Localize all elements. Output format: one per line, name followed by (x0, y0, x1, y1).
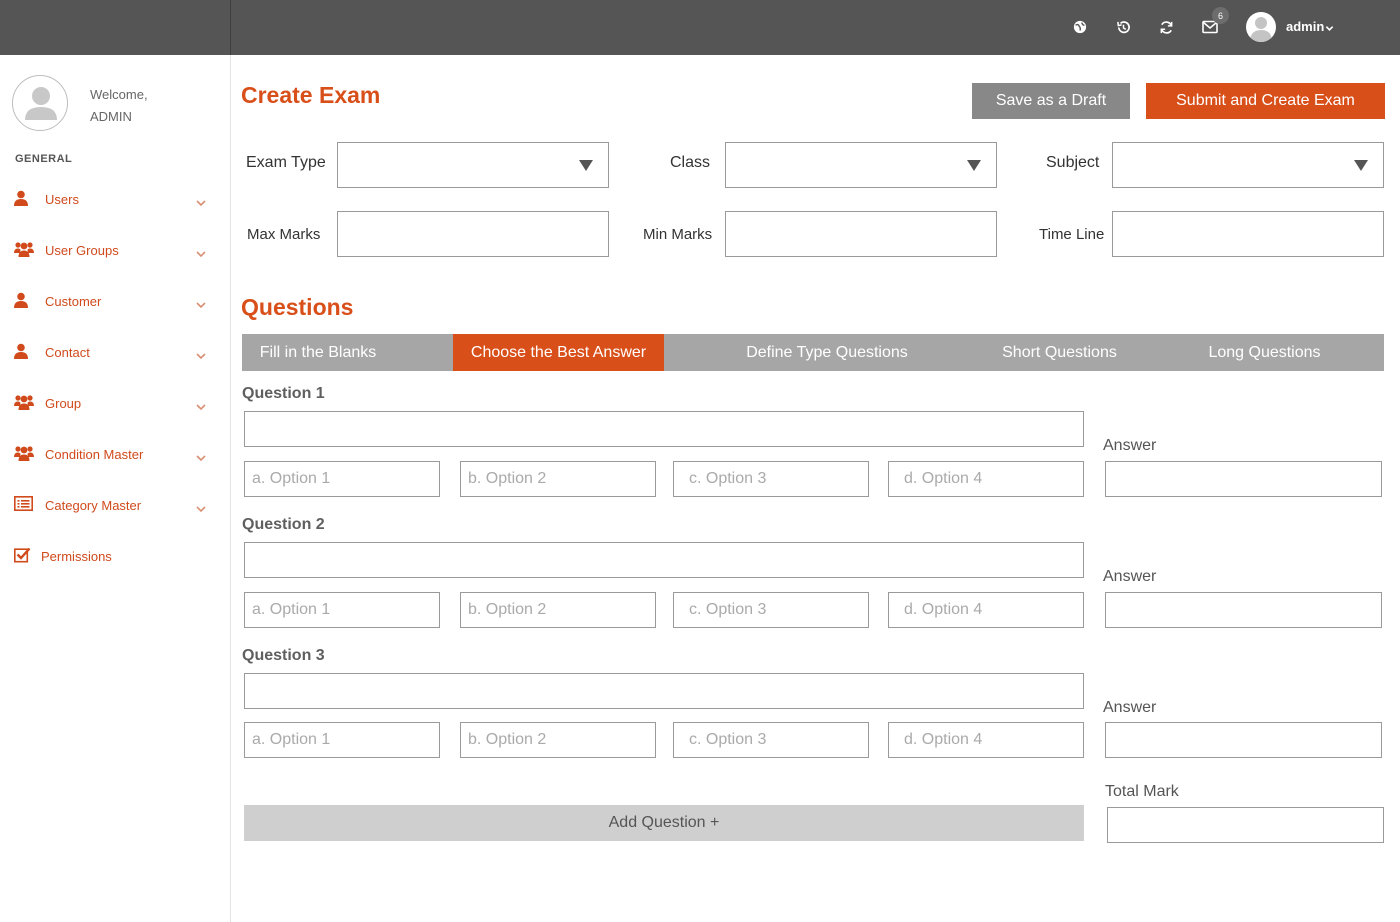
min-marks-input[interactable] (725, 211, 997, 257)
tab-short-questions[interactable]: Short Questions (982, 334, 1137, 371)
chevron-down-icon (196, 245, 208, 258)
option-b-input[interactable]: b. Option 2 (460, 722, 656, 758)
tab-long-questions[interactable]: Long Questions (1187, 334, 1342, 371)
option-a-input[interactable]: a. Option 1 (244, 461, 440, 497)
class-label: Class (670, 154, 711, 171)
dropdown-arrow-icon (967, 160, 981, 171)
chevron-down-icon (196, 194, 208, 207)
sidebar-item-user-groups[interactable]: User Groups (0, 231, 231, 271)
chevron-down-icon (196, 296, 208, 309)
chevron-down-icon (196, 500, 208, 513)
option-a-input[interactable]: a. Option 1 (244, 722, 440, 758)
sidebar-item-customer[interactable]: Customer (0, 282, 231, 322)
total-mark-label: Total Mark (1105, 783, 1179, 800)
sidebar-item-label: Customer (45, 294, 102, 309)
sidebar-item-label: Group (45, 396, 82, 411)
subject-label: Subject (1046, 154, 1100, 171)
save-draft-button[interactable]: Save as a Draft (972, 83, 1130, 119)
sidebar-item-label: Condition Master (45, 447, 144, 462)
list-icon (14, 496, 36, 516)
users-icon (14, 445, 36, 465)
sidebar-section-title: GENERAL (15, 153, 73, 165)
class-select[interactable] (725, 142, 997, 188)
checkbox-icon (14, 547, 36, 567)
tab-fill-in-the-blanks[interactable]: Fill in the Blanks (242, 334, 394, 371)
sidebar-item-contact[interactable]: Contact (0, 333, 231, 373)
globe-icon[interactable] (1069, 16, 1091, 38)
dropdown-arrow-icon (579, 160, 593, 171)
sidebar-item-label: User Groups (45, 243, 119, 258)
total-mark-input[interactable] (1107, 807, 1384, 843)
user-icon (14, 343, 36, 363)
time-line-input[interactable] (1112, 211, 1384, 257)
profile-avatar (12, 75, 68, 131)
subject-select[interactable] (1112, 142, 1384, 188)
option-c-input[interactable]: c. Option 3 (673, 461, 869, 497)
answer-input[interactable] (1105, 461, 1382, 497)
sidebar-item-label: Users (45, 192, 79, 207)
answer-label: Answer (1103, 699, 1157, 716)
chevron-down-icon[interactable] (1325, 20, 1334, 38)
question-input[interactable] (244, 542, 1084, 578)
sidebar-item-label: Permissions (41, 549, 112, 564)
questions-title: Questions (241, 294, 354, 320)
dropdown-arrow-icon (1354, 160, 1368, 171)
option-d-input[interactable]: d. Option 4 (888, 722, 1084, 758)
answer-label: Answer (1103, 568, 1157, 585)
answer-label: Answer (1103, 437, 1157, 454)
question-input[interactable] (244, 411, 1084, 447)
tab-choose-the-best-answer[interactable]: Choose the Best Answer (453, 334, 664, 371)
exam-type-label: Exam Type (246, 154, 326, 171)
welcome-text: Welcome, (90, 87, 148, 102)
sidebar-item-condition-master[interactable]: Condition Master (0, 435, 231, 475)
user-icon (14, 190, 36, 210)
max-marks-label: Max Marks (247, 226, 321, 243)
question-type-tabs: Fill in the Blanks Choose the Best Answe… (242, 334, 1384, 371)
refresh-icon[interactable] (1155, 16, 1177, 38)
question-label: Question 3 (242, 647, 325, 664)
sidebar-item-group[interactable]: Group (0, 384, 231, 424)
question-input[interactable] (244, 673, 1084, 709)
history-icon[interactable] (1112, 16, 1134, 38)
min-marks-label: Min Marks (643, 226, 713, 243)
add-question-button[interactable]: Add Question + (244, 805, 1084, 841)
chevron-down-icon (196, 347, 208, 360)
option-c-input[interactable]: c. Option 3 (673, 592, 869, 628)
chevron-down-icon (196, 449, 208, 462)
sidebar: Welcome, ADMIN GENERAL Users User Groups… (0, 55, 231, 922)
sidebar-item-category-master[interactable]: Category Master (0, 486, 231, 526)
brand-area (0, 0, 231, 55)
sidebar-item-label: Contact (45, 345, 90, 360)
option-c-input[interactable]: c. Option 3 (673, 722, 869, 758)
notification-badge: 6 (1212, 7, 1229, 24)
max-marks-input[interactable] (337, 211, 609, 257)
option-d-input[interactable]: d. Option 4 (888, 461, 1084, 497)
sidebar-item-users[interactable]: Users (0, 180, 231, 220)
option-b-input[interactable]: b. Option 2 (460, 461, 656, 497)
time-line-label: Time Line (1039, 226, 1105, 243)
answer-input[interactable] (1105, 592, 1382, 628)
top-navbar: 6 admin (0, 0, 1400, 55)
welcome-user: ADMIN (90, 109, 132, 124)
user-icon (14, 292, 36, 312)
option-a-input[interactable]: a. Option 1 (244, 592, 440, 628)
question-label: Question 1 (242, 385, 325, 402)
user-menu-name[interactable]: admin (1286, 19, 1324, 34)
chevron-down-icon (196, 398, 208, 411)
option-d-input[interactable]: d. Option 4 (888, 592, 1084, 628)
users-icon (14, 241, 36, 261)
submit-create-exam-button[interactable]: Submit and Create Exam (1146, 83, 1385, 119)
tab-define-type-questions[interactable]: Define Type Questions (712, 334, 942, 371)
exam-type-select[interactable] (337, 142, 609, 188)
answer-input[interactable] (1105, 722, 1382, 758)
sidebar-item-permissions[interactable]: Permissions (0, 537, 231, 577)
sidebar-item-label: Category Master (45, 498, 142, 513)
question-label: Question 2 (242, 516, 325, 533)
users-icon (14, 394, 36, 414)
page-title: Create Exam (241, 82, 381, 108)
option-b-input[interactable]: b. Option 2 (460, 592, 656, 628)
user-avatar[interactable] (1246, 12, 1276, 42)
